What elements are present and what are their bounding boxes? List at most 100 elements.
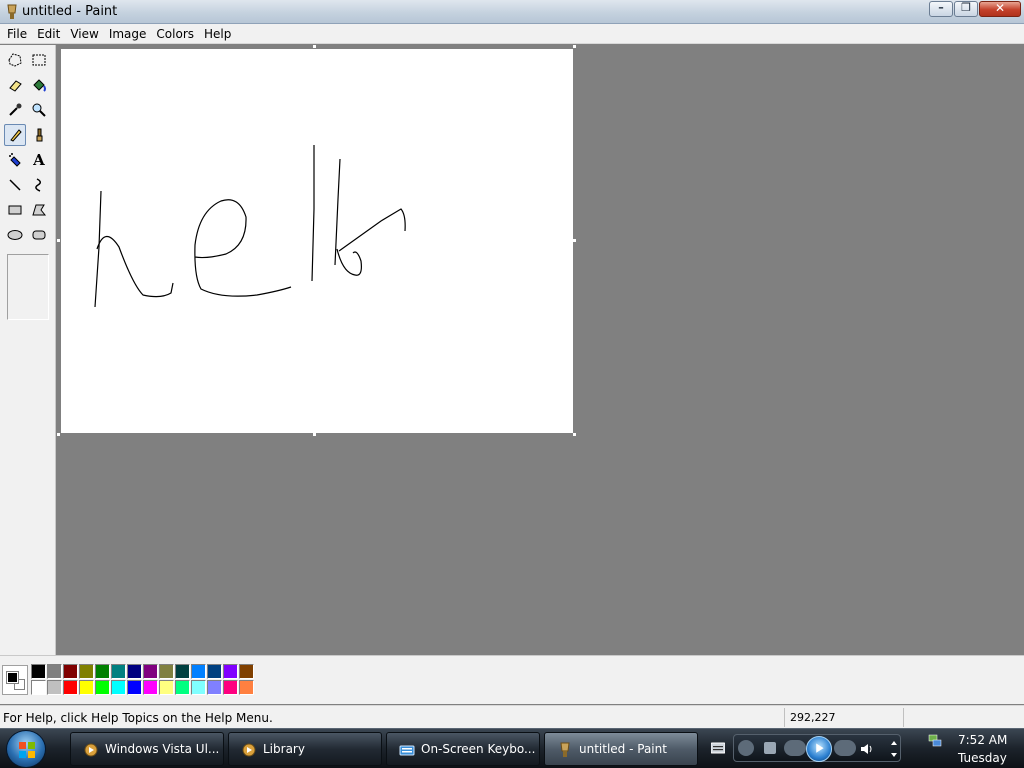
palette-swatch[interactable] — [31, 664, 46, 679]
fill-tool[interactable] — [28, 74, 50, 96]
media-player-icon — [84, 743, 98, 757]
player-options-icon[interactable] — [890, 739, 898, 759]
clock-day[interactable]: Tuesday — [958, 751, 1007, 765]
palette-swatch[interactable] — [191, 664, 206, 679]
pencil-icon — [10, 129, 22, 142]
taskbar-button-on-screen-keyboard[interactable]: On-Screen Keybo... — [386, 732, 540, 766]
play-button[interactable] — [806, 736, 832, 762]
palette-swatch[interactable] — [79, 664, 94, 679]
restore-icon: ❐ — [961, 1, 971, 14]
rectangle-tool[interactable] — [4, 199, 26, 221]
menu-colors[interactable]: Colors — [151, 25, 199, 43]
canvas-resize-handle-right[interactable] — [573, 239, 576, 242]
play-icon — [816, 743, 824, 753]
start-button[interactable] — [6, 730, 46, 768]
taskbar-button-library[interactable]: Library — [228, 732, 382, 766]
text-tool[interactable]: A — [28, 149, 50, 171]
close-button[interactable]: ✕ — [979, 1, 1021, 17]
palette-swatch[interactable] — [207, 680, 222, 695]
select-tool[interactable] — [28, 49, 50, 71]
status-help-text: For Help, click Help Topics on the Help … — [3, 711, 273, 725]
palette-swatch[interactable] — [159, 680, 174, 695]
line-tool[interactable] — [4, 174, 26, 196]
title-bar[interactable]: untitled - Paint – ❐ ✕ — [0, 0, 1024, 24]
palette-swatch[interactable] — [31, 680, 46, 695]
taskbar-button-vista-ultimate[interactable]: Windows Vista Ul... — [70, 732, 224, 766]
canvas-handle — [57, 433, 60, 436]
airbrush-tool[interactable] — [4, 149, 26, 171]
pick-color-tool[interactable] — [4, 99, 26, 121]
paint-app-icon — [7, 4, 17, 19]
menu-file[interactable]: File — [2, 25, 32, 43]
magnifier-tool[interactable] — [28, 99, 50, 121]
eraser-tool[interactable] — [4, 74, 26, 96]
free-form-select-tool[interactable] — [4, 49, 26, 71]
palette-swatch[interactable] — [47, 664, 62, 679]
restore-player-button[interactable] — [738, 740, 754, 756]
polygon-icon — [32, 204, 47, 216]
canvas-handle — [313, 433, 316, 436]
rounded-rectangle-icon — [32, 230, 46, 240]
minimize-button[interactable]: – — [929, 1, 953, 17]
clock-time[interactable]: 7:52 AM — [958, 733, 1007, 747]
close-icon: ✕ — [994, 1, 1006, 15]
palette-swatch[interactable] — [143, 664, 158, 679]
windows-logo-icon — [19, 742, 35, 758]
input-language-icon[interactable] — [711, 742, 725, 754]
pencil-tool[interactable] — [4, 124, 26, 146]
menu-view[interactable]: View — [65, 25, 103, 43]
palette-swatch[interactable] — [191, 680, 206, 695]
tool-options-panel[interactable] — [7, 254, 49, 320]
menu-image[interactable]: Image — [104, 25, 152, 43]
ellipse-tool[interactable] — [4, 224, 26, 246]
palette-swatch[interactable] — [95, 664, 110, 679]
line-icon — [9, 179, 21, 191]
menu-help[interactable]: Help — [199, 25, 236, 43]
rectangle-icon — [8, 205, 22, 215]
palette-swatch[interactable] — [159, 664, 174, 679]
keyboard-icon — [399, 745, 415, 756]
foreground-color-swatch[interactable] — [6, 671, 19, 684]
pick-color-icon — [9, 103, 22, 116]
palette-swatch[interactable] — [143, 680, 158, 695]
palette-swatch[interactable] — [223, 664, 238, 679]
media-player-mini — [733, 734, 901, 762]
palette-swatch[interactable] — [127, 664, 142, 679]
eraser-icon — [9, 80, 22, 92]
palette-swatch[interactable] — [111, 664, 126, 679]
tool-box: A — [0, 45, 56, 655]
palette-swatch[interactable] — [175, 664, 190, 679]
palette-swatch[interactable] — [239, 664, 254, 679]
menu-edit[interactable]: Edit — [32, 25, 65, 43]
taskbar-button-paint[interactable]: untitled - Paint — [544, 732, 698, 766]
next-button[interactable] — [834, 740, 856, 756]
polygon-tool[interactable] — [28, 199, 50, 221]
task-label: Library — [263, 742, 305, 756]
drawing-canvas[interactable] — [61, 49, 573, 433]
palette-swatch[interactable] — [239, 680, 254, 695]
network-icon[interactable] — [928, 733, 942, 747]
canvas-resize-handle-corner[interactable] — [573, 433, 576, 436]
palette-swatch[interactable] — [63, 680, 78, 695]
current-colors[interactable] — [2, 665, 28, 695]
volume-icon[interactable] — [860, 742, 874, 756]
previous-button[interactable] — [784, 740, 806, 756]
palette-swatch[interactable] — [79, 680, 94, 695]
palette-swatch[interactable] — [47, 680, 62, 695]
curve-tool[interactable] — [28, 174, 50, 196]
airbrush-icon — [9, 153, 21, 167]
menu-bar: File Edit View Image Colors Help — [0, 24, 1024, 44]
palette-swatch[interactable] — [175, 680, 190, 695]
palette-swatch[interactable] — [63, 664, 78, 679]
palette-swatch[interactable] — [223, 680, 238, 695]
curve-icon — [35, 178, 41, 192]
palette-swatch[interactable] — [111, 680, 126, 695]
palette-swatch[interactable] — [127, 680, 142, 695]
palette-swatch[interactable] — [95, 680, 110, 695]
palette-swatch[interactable] — [207, 664, 222, 679]
status-bar: For Help, click Help Topics on the Help … — [0, 705, 1024, 728]
maximize-button[interactable]: ❐ — [954, 1, 978, 17]
rounded-rectangle-tool[interactable] — [28, 224, 50, 246]
stop-button[interactable] — [764, 742, 776, 754]
brush-tool[interactable] — [28, 124, 50, 146]
